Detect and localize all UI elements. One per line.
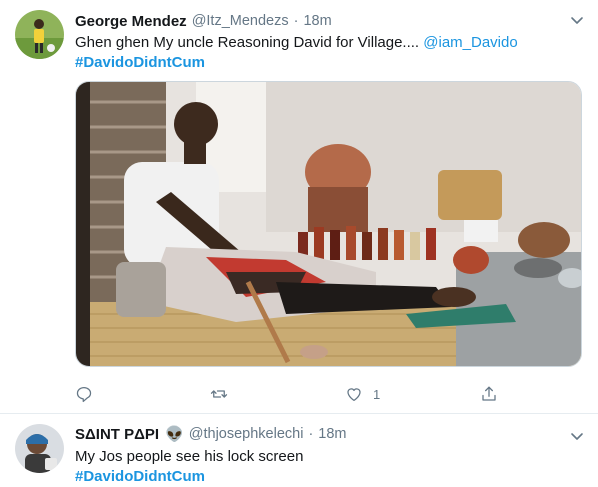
chevron-down-icon[interactable] bbox=[569, 12, 585, 28]
mention-link[interactable]: @iam_Davido bbox=[423, 34, 517, 51]
author-name[interactable]: SΔINT PΔPI bbox=[75, 426, 159, 443]
alien-emoji-icon: 👽 bbox=[165, 426, 184, 443]
tweet-media-photo[interactable] bbox=[75, 81, 582, 367]
timestamp[interactable]: 18m bbox=[318, 426, 346, 442]
retweet-button[interactable] bbox=[210, 383, 238, 405]
reply-button[interactable] bbox=[75, 383, 103, 405]
avatar[interactable] bbox=[15, 10, 64, 59]
separator: · bbox=[293, 13, 299, 29]
separator: · bbox=[308, 426, 314, 442]
author-handle[interactable]: @thjosephkelechi bbox=[189, 426, 304, 442]
tweet-body: My Jos people see his lock screen bbox=[75, 448, 304, 465]
share-button[interactable] bbox=[480, 383, 508, 405]
tweet[interactable]: SΔINT PΔPI 👽 @thjosephkelechi · 18m My J… bbox=[0, 414, 598, 487]
hashtag-line: #DavidoDidntCum bbox=[75, 53, 205, 73]
tweet-text: My Jos people see his lock screen bbox=[75, 447, 303, 467]
avatar[interactable] bbox=[15, 424, 64, 473]
like-icon bbox=[347, 388, 361, 402]
retweet-icon bbox=[210, 390, 228, 398]
tweet-text: Ghen ghen My uncle Reasoning David for V… bbox=[75, 33, 518, 53]
share-icon bbox=[482, 386, 496, 401]
tweet[interactable]: George Mendez @Itz_Mendezs · 18m Ghen gh… bbox=[0, 0, 598, 414]
author-handle[interactable]: @Itz_Mendezs bbox=[192, 13, 289, 29]
like-button[interactable]: 1 bbox=[345, 383, 380, 405]
tweet-header: SΔINT PΔPI 👽 @thjosephkelechi · 18m bbox=[75, 424, 347, 444]
chevron-down-icon[interactable] bbox=[569, 428, 585, 444]
tweet-body: Ghen ghen My uncle Reasoning David for V… bbox=[75, 34, 420, 51]
hashtag-line: #DavidoDidntCum bbox=[75, 467, 205, 487]
tweet-header: George Mendez @Itz_Mendezs · 18m bbox=[75, 11, 332, 31]
hashtag-link[interactable]: #DavidoDidntCum bbox=[75, 468, 205, 485]
reply-icon bbox=[76, 386, 92, 403]
hashtag-link[interactable]: #DavidoDidntCum bbox=[75, 54, 205, 71]
like-count: 1 bbox=[373, 386, 381, 402]
author-name[interactable]: George Mendez bbox=[75, 13, 187, 30]
timestamp[interactable]: 18m bbox=[303, 13, 331, 29]
tweet-actions: 1 bbox=[75, 383, 582, 405]
